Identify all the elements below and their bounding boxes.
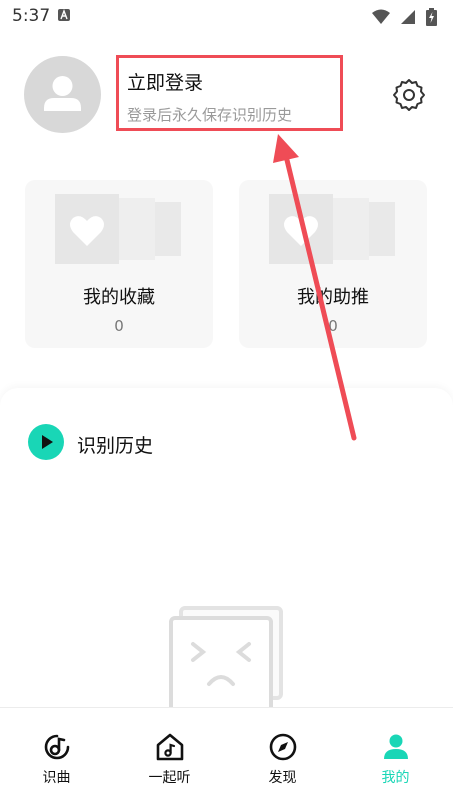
history-panel: 识别历史 [0, 388, 453, 720]
gear-icon [393, 79, 425, 111]
house-music-icon [156, 733, 184, 761]
nav-item-discover[interactable]: 发现 [226, 708, 339, 805]
status-bar: 5:37 [0, 0, 453, 32]
status-time: 5:37 [12, 6, 51, 26]
heart-icon [269, 194, 395, 264]
settings-button[interactable] [391, 77, 427, 113]
login-title[interactable]: 立即登录 [127, 68, 203, 95]
a-app-icon [58, 9, 70, 21]
sad-face-box-icon [169, 606, 283, 720]
avatar[interactable] [24, 56, 101, 133]
heart-icon [55, 194, 181, 264]
status-icons [371, 6, 437, 26]
signal-icon [400, 9, 415, 24]
compass-icon [269, 733, 297, 761]
wifi-icon [371, 9, 390, 24]
favorites-label: 我的收藏 [83, 287, 155, 308]
boosts-label: 我的助推 [297, 287, 369, 308]
nav-item-mine[interactable]: 我的 [339, 708, 452, 805]
nav-label-listen-together: 一起听 [148, 770, 191, 786]
login-subtitle: 登录后永久保存识别历史 [127, 106, 293, 124]
boosts-count: 0 [328, 317, 338, 335]
nav-item-listen-together[interactable]: 一起听 [113, 708, 226, 805]
nav-item-recognize[interactable]: 识曲 [0, 708, 113, 805]
music-note-disc-icon [44, 734, 70, 760]
favorites-count: 0 [114, 317, 124, 335]
login-prompt[interactable]: 立即登录 登录后永久保存识别历史 [116, 55, 343, 131]
nav-label-mine: 我的 [381, 770, 410, 786]
bottom-nav: 识曲 一起听 发现 我的 [0, 707, 453, 805]
nav-label-recognize: 识曲 [42, 770, 71, 786]
boosts-card[interactable]: 我的助推 0 [239, 180, 427, 348]
play-icon[interactable] [28, 424, 64, 460]
user-avatar-icon [44, 76, 81, 111]
nav-label-discover: 发现 [268, 770, 297, 786]
person-icon [384, 734, 408, 759]
battery-charging-icon [426, 7, 437, 26]
favorites-card[interactable]: 我的收藏 0 [25, 180, 213, 348]
history-title: 识别历史 [77, 435, 154, 457]
